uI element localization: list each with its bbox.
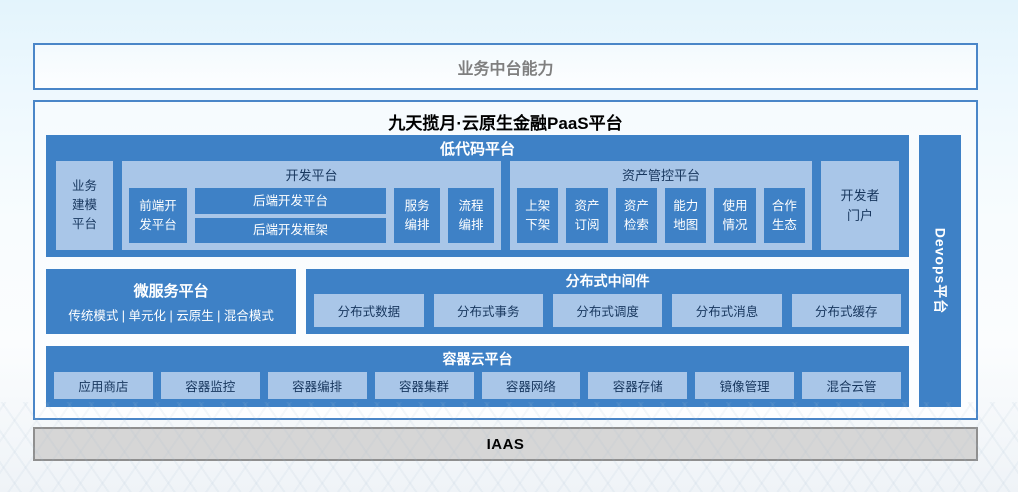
middleware-cells: 分布式数据 分布式事务 分布式调度 分布式消息 分布式缓存 [306,294,909,334]
microservice-modes-label: 传统模式 | 单元化 | 云原生 | 混合模式 [68,305,274,324]
distributed-message-box: 分布式消息 [672,294,781,327]
process-orchestration-box: 流程 编排 [448,188,494,243]
distributed-middleware-title: 分布式中间件 [306,269,909,294]
image-management-box: 镜像管理 [695,372,794,399]
dev-platform-body: 前端开 发平台 后端开发平台 后端开发框架 服务 编排 流程 编排 [129,188,494,243]
asset-control-body: 上架 下架 资产 订阅 资产 检索 能力 地图 使用 情况 合作 生态 [517,188,805,243]
banner-label: 业务中台能力 [457,55,553,79]
platform-content: 低代码平台 业务 建模 平台 开发平台 前端开 发平台 后端开发平台 后端开发框… [46,135,961,407]
container-monitoring-box: 容器监控 [161,372,260,399]
dev-platform-group: 开发平台 前端开 发平台 后端开发平台 后端开发框架 服务 编排 流程 编排 [122,161,501,250]
page-title: 九天揽月·云原生金融PaaS平台 [35,102,976,134]
developer-portal-box: 开发者 门户 [821,161,899,250]
backend-dev-platform-box: 后端开发平台 [195,188,386,214]
backend-dev-framework-box: 后端开发框架 [195,218,386,244]
lowcode-body: 业务 建模 平台 开发平台 前端开 发平台 后端开发平台 后端开发框架 服务 编… [46,161,909,257]
distributed-cache-box: 分布式缓存 [792,294,901,327]
dev-platform-title: 开发平台 [129,163,494,188]
platform-column: 低代码平台 业务 建模 平台 开发平台 前端开 发平台 后端开发平台 后端开发框… [46,135,909,407]
container-network-box: 容器网络 [482,372,581,399]
devops-platform-bar: Devops平台 [919,135,961,407]
container-storage-box: 容器存储 [588,372,687,399]
business-modeling-platform-box: 业务 建模 平台 [56,161,113,250]
lowcode-platform-block: 低代码平台 业务 建模 平台 开发平台 前端开 发平台 后端开发平台 后端开发框… [46,135,909,257]
container-cloud-platform-title: 容器云平台 [46,346,909,372]
service-orchestration-box: 服务 编排 [394,188,440,243]
container-cluster-box: 容器集群 [375,372,474,399]
paas-platform-container: 九天揽月·云原生金融PaaS平台 低代码平台 业务 建模 平台 开发平台 前端开… [33,100,978,420]
container-orchestration-box: 容器编排 [268,372,367,399]
distributed-data-box: 分布式数据 [314,294,423,327]
asset-control-platform-title: 资产管控平台 [517,163,805,188]
hybrid-cloud-management-box: 混合云管 [802,372,901,399]
distributed-transaction-box: 分布式事务 [434,294,543,327]
usage-status-box: 使用 情况 [714,188,755,243]
distributed-middleware-block: 分布式中间件 分布式数据 分布式事务 分布式调度 分布式消息 分布式缓存 [306,269,909,334]
frontend-dev-platform-box: 前端开 发平台 [129,188,187,243]
distributed-scheduling-box: 分布式调度 [553,294,662,327]
container-cloud-cells: 应用商店 容器监控 容器编排 容器集群 容器网络 容器存储 镜像管理 混合云管 [46,372,909,407]
container-cloud-platform-block: 容器云平台 应用商店 容器监控 容器编排 容器集群 容器网络 容器存储 镜像管理… [46,346,909,407]
devops-platform-label: Devops平台 [930,228,950,315]
capability-map-box: 能力 地图 [665,188,706,243]
microservice-platform-block: 微服务平台 传统模式 | 单元化 | 云原生 | 混合模式 [46,269,296,334]
cooperation-ecosystem-box: 合作 生态 [764,188,805,243]
microservice-platform-title: 微服务平台 [134,280,209,301]
asset-control-platform-group: 资产管控平台 上架 下架 资产 订阅 资产 检索 能力 地图 使用 情况 合作 … [510,161,812,250]
iaas-layer-bar: IAAS [33,427,978,461]
asset-onoff-shelf-box: 上架 下架 [517,188,558,243]
app-store-box: 应用商店 [54,372,153,399]
middle-row: 微服务平台 传统模式 | 单元化 | 云原生 | 混合模式 分布式中间件 分布式… [46,269,909,334]
lowcode-platform-title: 低代码平台 [46,135,909,161]
business-middle-platform-banner: 业务中台能力 [33,43,978,90]
iaas-label: IAAS [487,436,525,453]
backend-column: 后端开发平台 后端开发框架 [195,188,386,243]
asset-subscription-box: 资产 订阅 [566,188,607,243]
asset-search-box: 资产 检索 [616,188,657,243]
